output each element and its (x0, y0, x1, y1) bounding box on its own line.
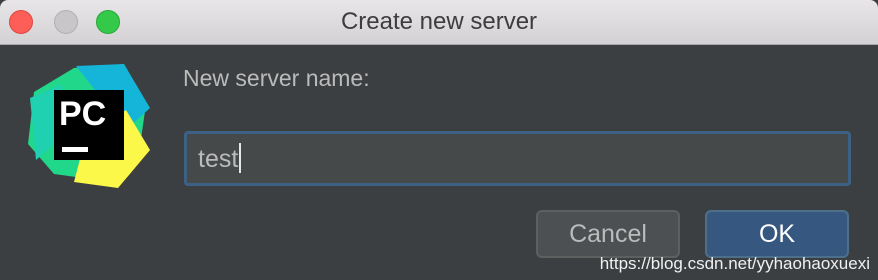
title-bar: Create new server (0, 0, 878, 45)
window-title: Create new server (340, 8, 538, 35)
server-name-label: New server name: (183, 65, 370, 91)
logo-text: PC (59, 95, 106, 133)
pycharm-logo-icon: PC (28, 64, 150, 188)
cancel-button[interactable]: Cancel (536, 210, 680, 258)
watermark-text: https://blog.csdn.net/yyhaohaoxuexi (599, 254, 870, 273)
ok-button[interactable]: OK (705, 210, 849, 258)
server-name-input[interactable] (184, 131, 851, 186)
dialog-window: Create new server PC New server name: te… (0, 0, 878, 280)
